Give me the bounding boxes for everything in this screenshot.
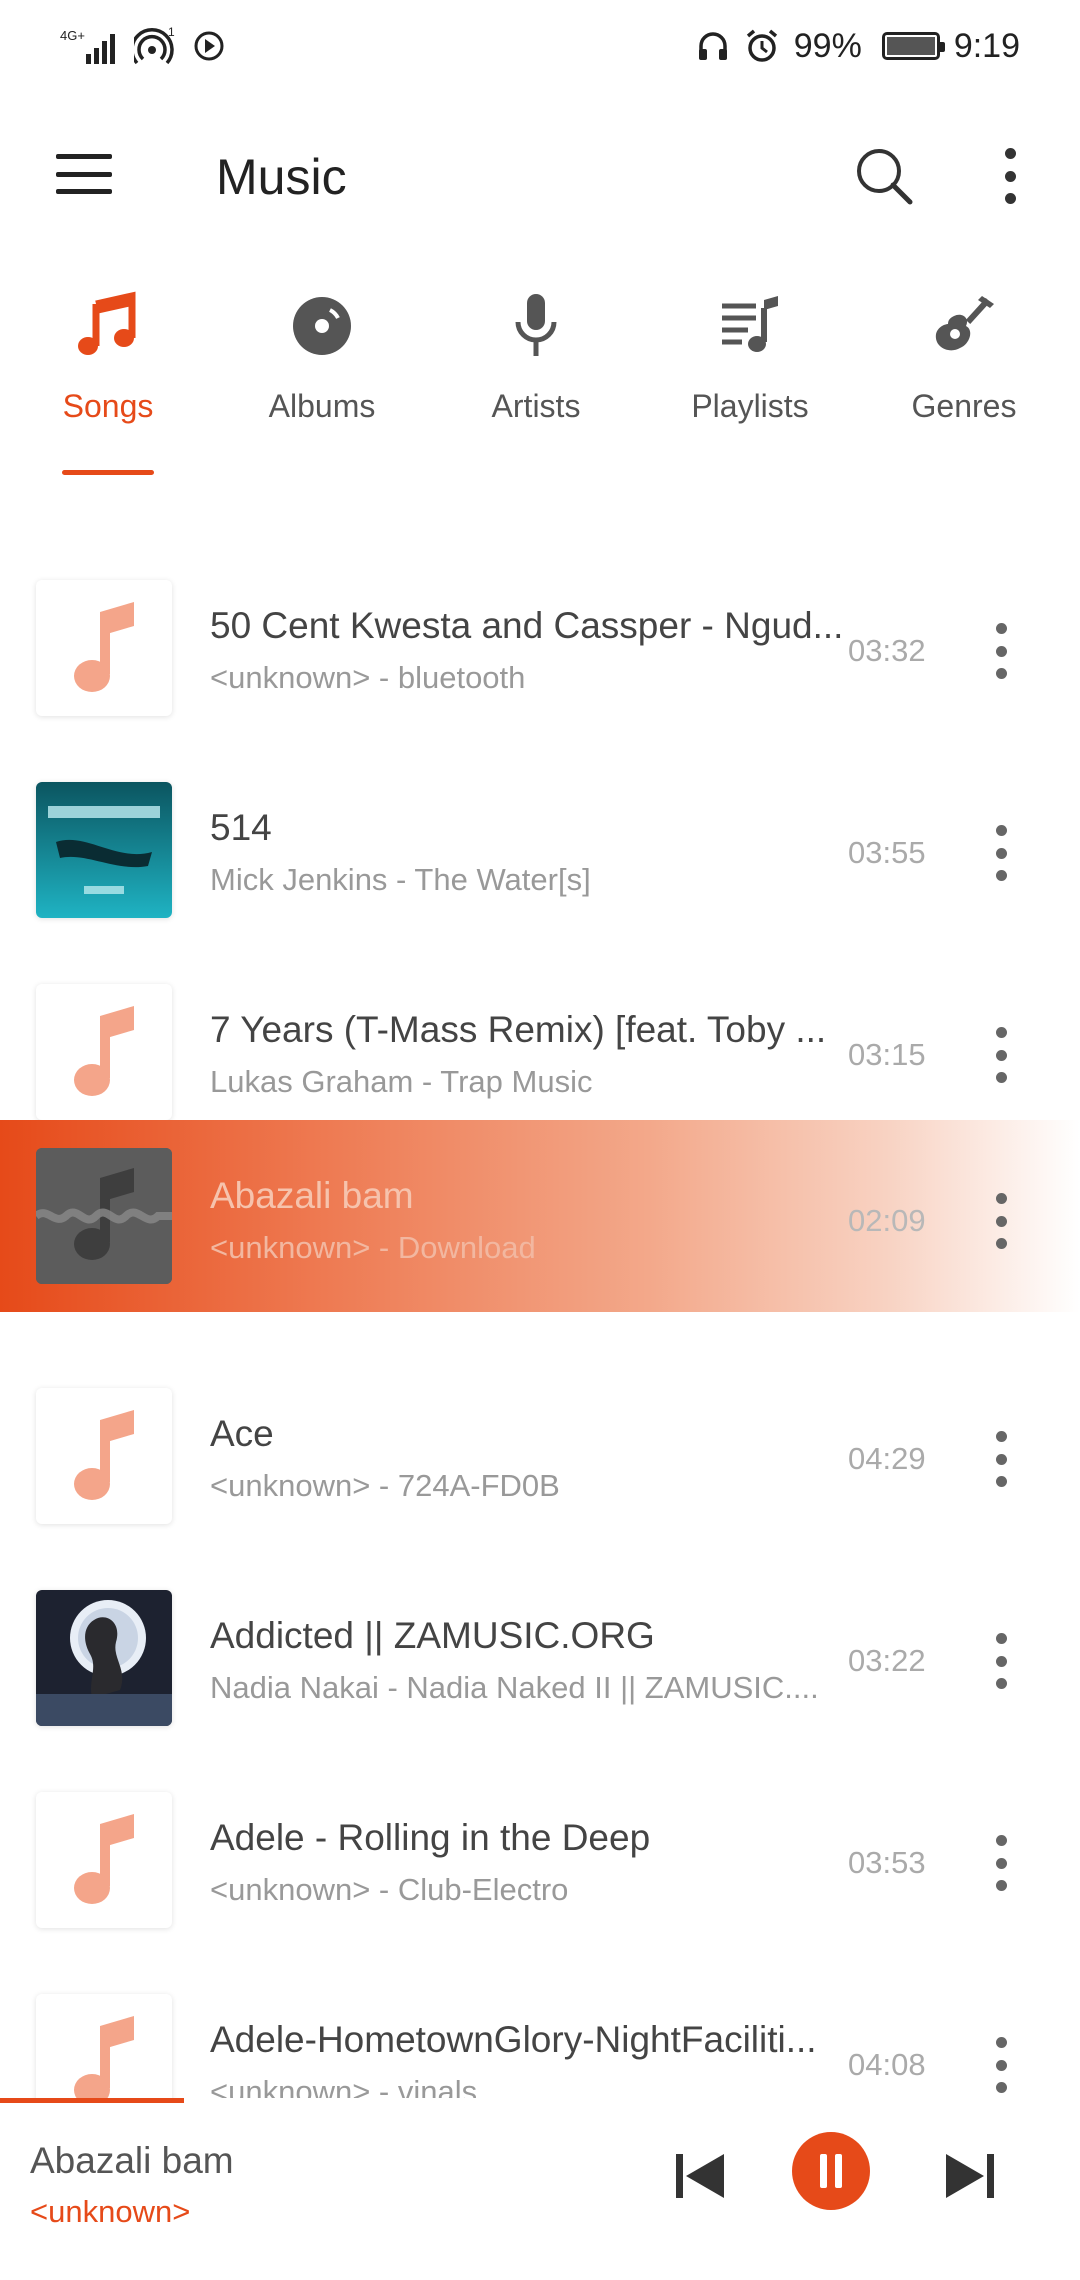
song-row[interactable]: 514 Mick Jenkins - The Water[s] 03:55 [0, 742, 1080, 938]
album-art-placeholder [36, 984, 172, 1120]
signal-type: 4G+ [60, 28, 85, 43]
signal-icon: 4G+ [60, 28, 115, 64]
pause-icon [820, 2154, 842, 2188]
tab-label: Playlists [691, 388, 809, 424]
song-duration: 03:22 [848, 1643, 926, 1678]
hotspot-badge: 1 [168, 26, 175, 39]
song-row[interactable]: Adele - Rolling in the Deep <unknown> - … [0, 1752, 1080, 1948]
music-note-icon [36, 1148, 172, 1284]
microphone-icon [515, 294, 557, 356]
page-title: Music [216, 149, 347, 205]
song-title: 50 Cent Kwesta and Cassper - Ngud... [210, 605, 844, 646]
playback-progress-bar[interactable] [0, 2098, 184, 2103]
album-art-placeholder [36, 1792, 172, 1928]
battery-percent: 99% [793, 26, 862, 65]
song-row-playing[interactable]: Abazali bam <unknown> - Download 02:09 [0, 1120, 1080, 1312]
song-subtitle: Lukas Graham - Trap Music [210, 1064, 593, 1099]
tab-playlists[interactable]: Playlists [650, 272, 850, 482]
status-right: 99% 9:19 [696, 27, 1020, 66]
album-art-placeholder [36, 580, 172, 716]
song-subtitle: <unknown> - Download [210, 1230, 536, 1265]
song-row[interactable]: 7 Years (T-Mass Remix) [feat. Toby ... L… [0, 944, 1080, 1140]
tab-songs[interactable]: Songs [8, 272, 208, 482]
tab-label: Albums [268, 388, 376, 424]
song-title: Abazali bam [210, 1175, 414, 1216]
tab-label: Artists [491, 388, 581, 424]
song-duration: 03:55 [848, 835, 926, 870]
pause-button[interactable] [792, 2132, 870, 2210]
song-more-icon[interactable] [986, 1027, 1016, 1083]
music-note-icon [74, 1006, 134, 1096]
music-note-icon [74, 1814, 134, 1904]
now-playing-title: Abazali bam [30, 2140, 234, 2181]
song-more-icon[interactable] [986, 1633, 1016, 1689]
song-subtitle: Mick Jenkins - The Water[s] [210, 862, 591, 897]
mini-player[interactable]: Abazali bam <unknown> [0, 2098, 1080, 2280]
song-title: Adele-HometownGlory-NightFaciliti... [210, 2019, 817, 2060]
song-more-icon[interactable] [986, 1835, 1016, 1891]
song-row[interactable]: Ace <unknown> - 724A-FD0B 04:29 [0, 1348, 1080, 1544]
song-more-icon[interactable] [986, 623, 1016, 679]
active-tab-indicator [62, 470, 154, 475]
album-art [36, 1590, 172, 1726]
headphones-icon [698, 32, 727, 60]
clock-time: 9:19 [953, 26, 1020, 65]
song-subtitle: Nadia Nakai - Nadia Naked II || ZAMUSIC.… [210, 1670, 819, 1705]
skip-previous-icon[interactable] [670, 2146, 730, 2206]
tab-label: Genres [911, 388, 1017, 424]
play-status-icon [194, 31, 224, 61]
category-tabs: Songs Albums Artists Playlists Genres [0, 272, 1080, 482]
song-duration: 04:29 [848, 1441, 926, 1476]
song-more-icon[interactable] [986, 825, 1016, 881]
status-left: 4G+ 1 [60, 26, 226, 66]
album-art-placeholder [36, 1388, 172, 1524]
song-duration: 02:09 [848, 1203, 926, 1238]
song-title: Addicted || ZAMUSIC.ORG [210, 1615, 655, 1656]
search-icon[interactable] [852, 144, 916, 208]
album-art [36, 782, 172, 918]
skip-next-icon[interactable] [940, 2146, 1000, 2206]
tab-label: Songs [62, 388, 154, 424]
music-note-icon [78, 291, 136, 355]
song-title: 7 Years (T-Mass Remix) [feat. Toby ... [210, 1009, 827, 1050]
playlist-icon [722, 296, 778, 352]
menu-icon[interactable] [56, 154, 112, 194]
song-more-icon[interactable] [986, 1193, 1016, 1249]
song-title: Ace [210, 1413, 274, 1454]
now-playing-artist: <unknown> [30, 2194, 191, 2229]
song-more-icon[interactable] [986, 2037, 1016, 2093]
song-subtitle: <unknown> - Club-Electro [210, 1872, 569, 1907]
app-bar: Music [0, 92, 1080, 262]
song-row[interactable]: 50 Cent Kwesta and Cassper - Ngud... <un… [0, 540, 1080, 736]
song-title: Adele - Rolling in the Deep [210, 1817, 651, 1858]
album-cover-image [36, 782, 172, 918]
song-subtitle: <unknown> - 724A-FD0B [210, 1468, 560, 1503]
music-note-icon [74, 1410, 134, 1500]
song-row[interactable]: Addicted || ZAMUSIC.ORG Nadia Nakai - Na… [0, 1550, 1080, 1746]
battery-icon [881, 32, 945, 60]
song-more-icon[interactable] [986, 1431, 1016, 1487]
status-bar: 4G+ 1 99% 9:19 [0, 0, 1080, 92]
song-duration: 04:08 [848, 2047, 926, 2082]
hotspot-icon: 1 [134, 26, 175, 65]
music-note-icon [74, 602, 134, 692]
song-duration: 03:53 [848, 1845, 926, 1880]
song-duration: 03:15 [848, 1037, 926, 1072]
song-subtitle: <unknown> - bluetooth [210, 660, 526, 695]
tab-genres[interactable]: Genres [864, 272, 1064, 482]
guitar-icon [935, 296, 994, 351]
album-cover-image [36, 1590, 172, 1726]
tab-albums[interactable]: Albums [222, 272, 422, 482]
tab-artists[interactable]: Artists [436, 272, 636, 482]
disc-icon [293, 297, 351, 355]
album-art-playing [36, 1148, 172, 1284]
song-duration: 03:32 [848, 633, 926, 668]
song-title: 514 [210, 807, 272, 848]
overflow-menu-icon[interactable] [990, 144, 1030, 208]
alarm-icon [746, 29, 777, 62]
